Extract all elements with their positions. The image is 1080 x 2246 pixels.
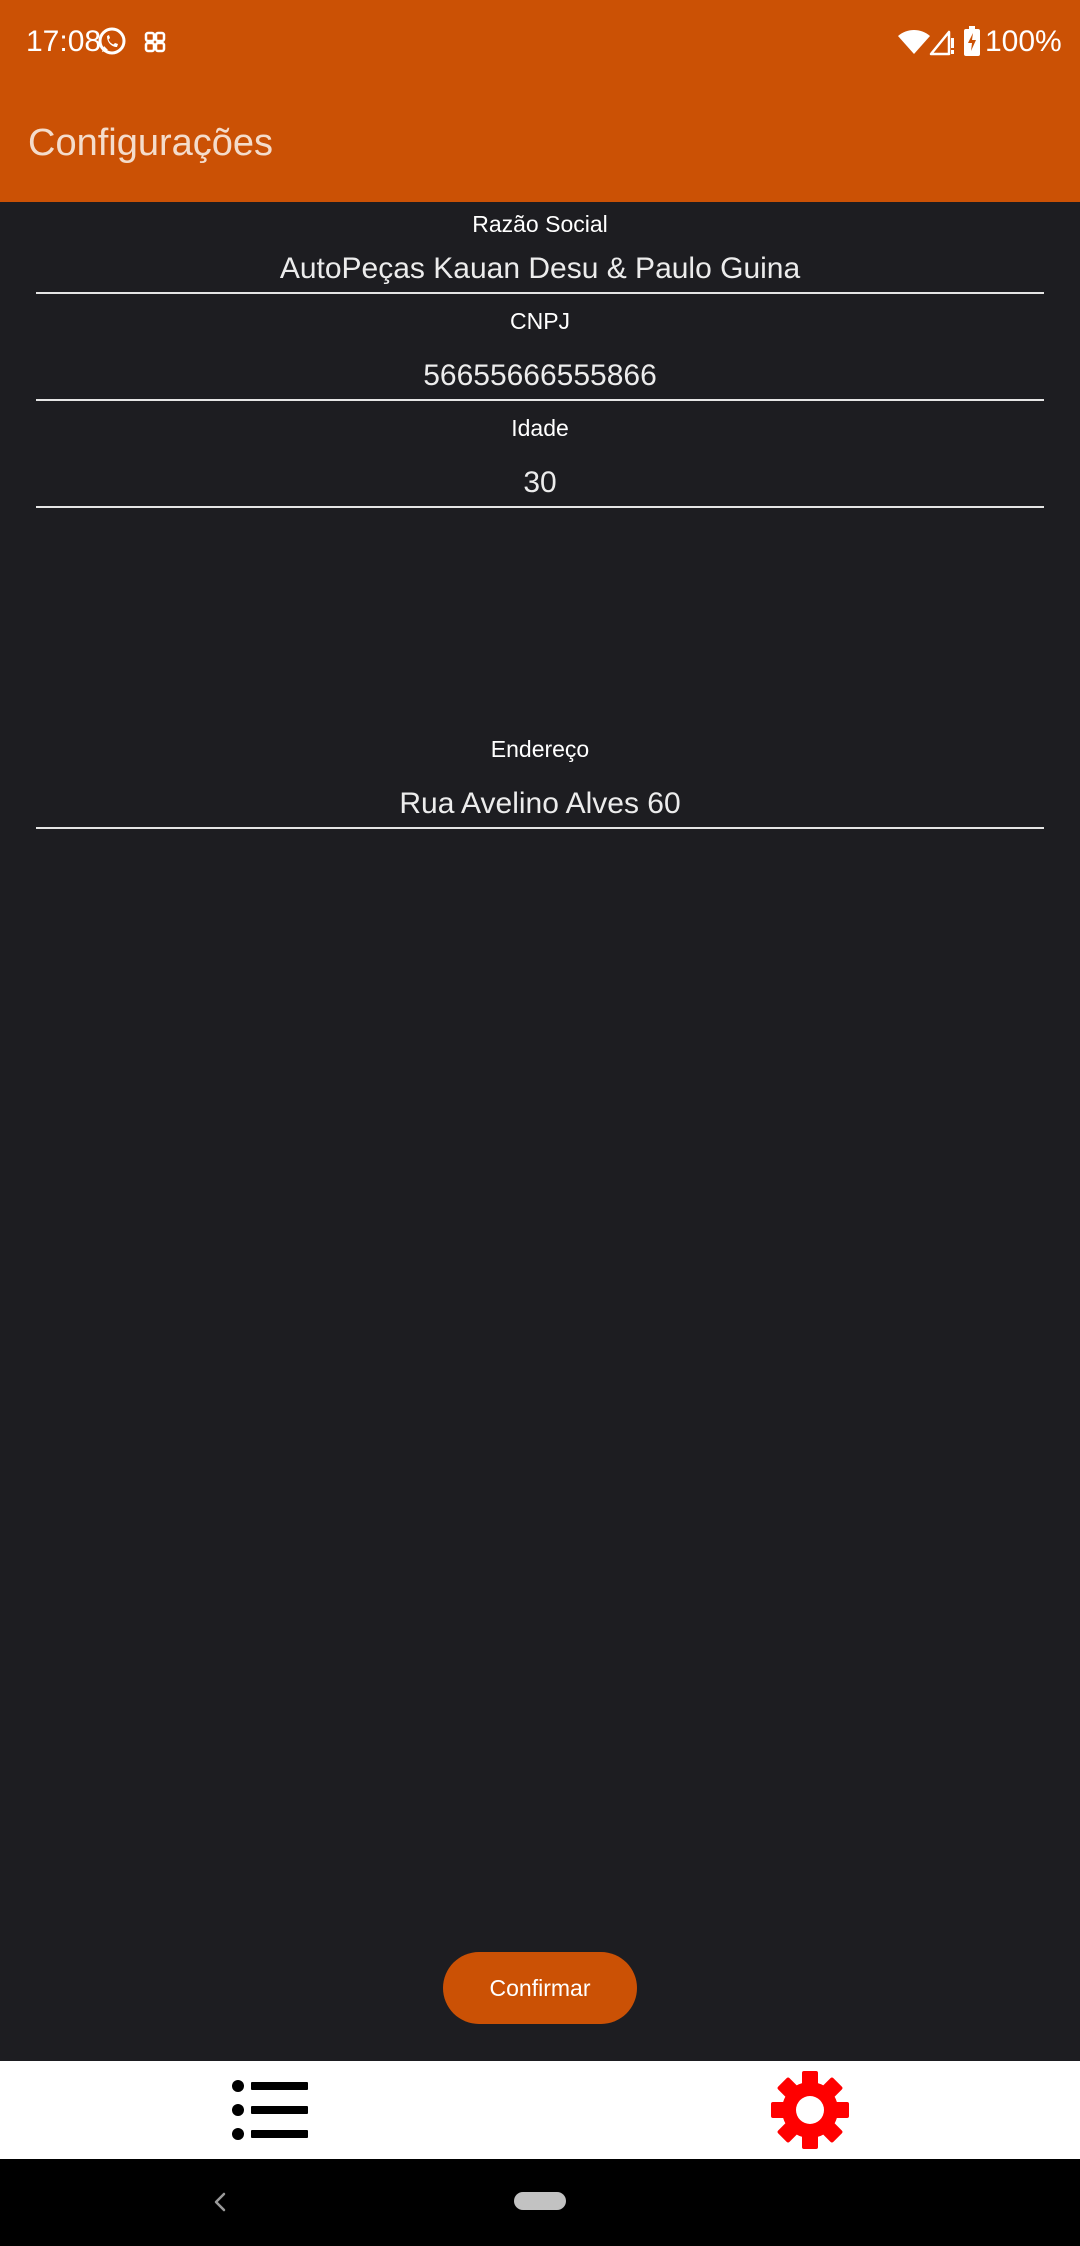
back-icon[interactable]	[206, 2187, 234, 2217]
bottom-navigation	[0, 2061, 1080, 2159]
signal-icon	[929, 30, 954, 56]
cnpj-field[interactable]: 56655666555866	[36, 356, 1044, 396]
cnpj-underline	[36, 399, 1044, 401]
idade-underline	[36, 506, 1044, 508]
status-bar: 17:08 100%	[0, 0, 1080, 84]
settings-screen: 17:08 100% Configurações Razão Social Au…	[0, 0, 1080, 2246]
cnpj-label: CNPJ	[509, 308, 571, 334]
razao-social-label: Razão Social	[472, 211, 608, 237]
nav-item-settings[interactable]	[540, 2061, 1080, 2159]
list-icon	[232, 2080, 308, 2140]
razao-social-underline	[36, 292, 1044, 294]
header: 17:08 100% Configurações	[0, 0, 1080, 202]
idade-field[interactable]: 30	[36, 463, 1044, 503]
notification-icon	[144, 31, 166, 53]
nav-item-list[interactable]	[0, 2061, 540, 2159]
endereco-underline	[36, 827, 1044, 829]
confirm-button[interactable]: Confirmar	[443, 1952, 637, 2024]
page-title: Configurações	[28, 122, 274, 164]
battery-charging-icon	[964, 26, 980, 56]
whatsapp-icon	[98, 27, 126, 55]
wifi-icon	[898, 30, 930, 54]
endereco-field[interactable]: Rua Avelino Alves 60	[36, 784, 1044, 824]
gear-icon	[771, 2071, 849, 2149]
idade-label: Idade	[511, 415, 569, 441]
confirm-button-label: Confirmar	[489, 1975, 591, 2001]
status-time: 17:08	[26, 25, 102, 58]
razao-social-field[interactable]: AutoPeças Kauan Desu & Paulo Guina	[36, 249, 1044, 289]
home-button[interactable]	[514, 2192, 566, 2210]
battery-percentage: 100%	[985, 25, 1062, 58]
endereco-label: Endereço	[490, 736, 590, 762]
